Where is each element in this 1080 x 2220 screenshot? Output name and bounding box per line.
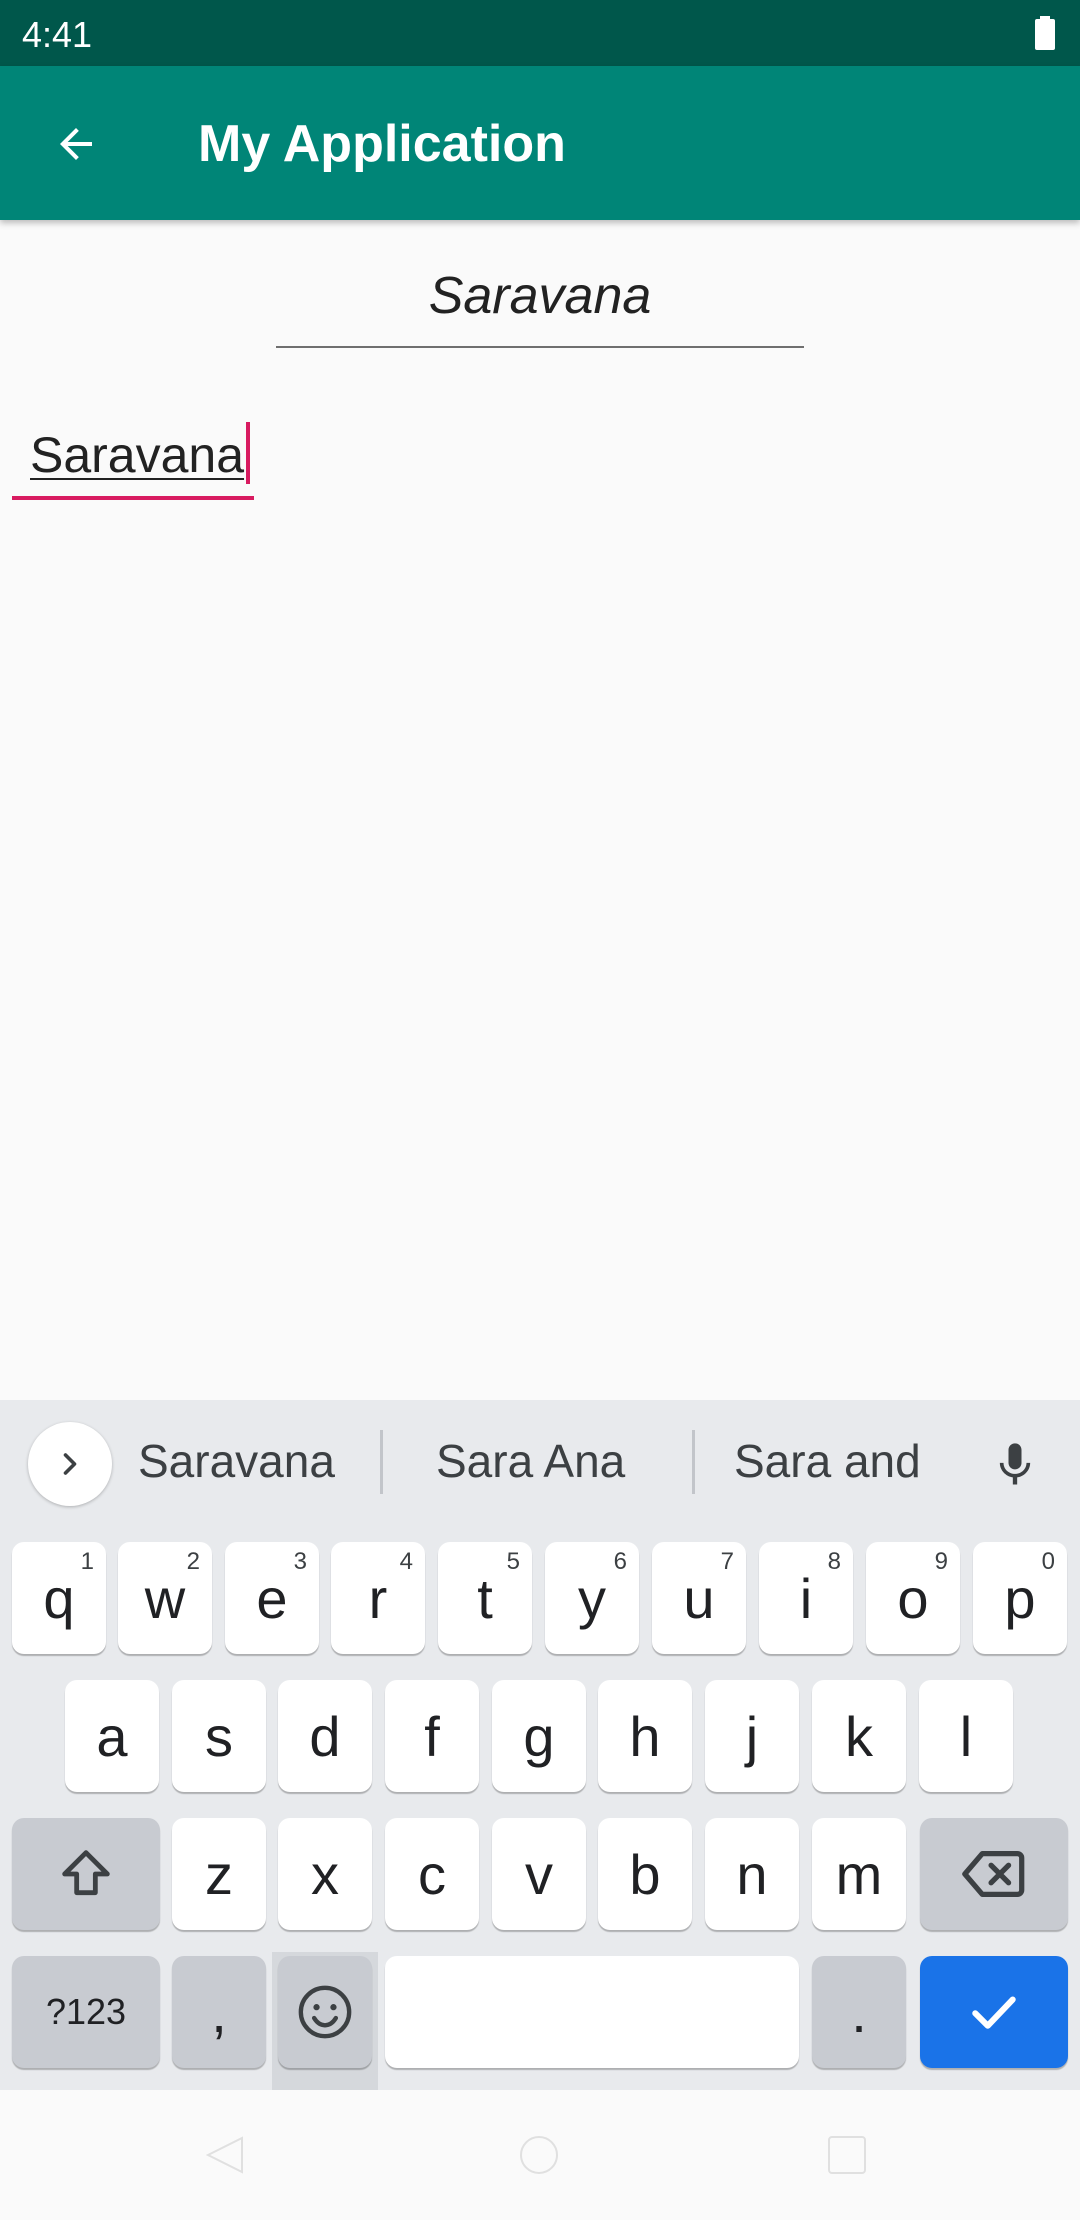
backspace-icon bbox=[962, 1850, 1025, 1898]
key-i[interactable]: i8 bbox=[759, 1542, 853, 1654]
shift-key[interactable] bbox=[12, 1818, 160, 1930]
key-a[interactable]: a bbox=[65, 1680, 159, 1792]
key-y[interactable]: y6 bbox=[545, 1542, 639, 1654]
nav-back-icon[interactable] bbox=[204, 2134, 246, 2176]
space-key[interactable] bbox=[385, 1956, 799, 2068]
key-f[interactable]: f bbox=[385, 1680, 479, 1792]
main-content: Saravana Saravana bbox=[0, 220, 1080, 1400]
battery-full-icon bbox=[1035, 16, 1055, 50]
navigation-bar bbox=[0, 2090, 1080, 2220]
key-m[interactable]: m bbox=[812, 1818, 906, 1930]
key-t[interactable]: t5 bbox=[438, 1542, 532, 1654]
soft-keyboard: Saravana Sara Ana Sara and q1 w2 e3 r4 t… bbox=[0, 1400, 1080, 2090]
key-s[interactable]: s bbox=[172, 1680, 266, 1792]
key-d[interactable]: d bbox=[278, 1680, 372, 1792]
emoji-icon bbox=[298, 1985, 352, 2039]
name-input-value: Saravana bbox=[30, 427, 245, 483]
key-o[interactable]: o9 bbox=[866, 1542, 960, 1654]
key-k[interactable]: k bbox=[812, 1680, 906, 1792]
suggestion-1[interactable]: Saravana bbox=[138, 1434, 335, 1488]
key-w[interactable]: w2 bbox=[118, 1542, 212, 1654]
suggestion-divider bbox=[692, 1430, 695, 1494]
suggestion-2[interactable]: Sara Ana bbox=[436, 1434, 625, 1488]
arrow-back-icon bbox=[60, 128, 92, 160]
key-b[interactable]: b bbox=[598, 1818, 692, 1930]
page-title: My Application bbox=[198, 115, 566, 173]
key-x[interactable]: x bbox=[278, 1818, 372, 1930]
backspace-key[interactable] bbox=[920, 1818, 1068, 1930]
suggestion-3[interactable]: Sara and bbox=[734, 1434, 921, 1488]
key-z[interactable]: z bbox=[172, 1818, 266, 1930]
display-text-value: Saravana bbox=[428, 267, 652, 325]
status-bar: 4:41 bbox=[0, 0, 1080, 66]
key-n[interactable]: n bbox=[705, 1818, 799, 1930]
done-key[interactable] bbox=[920, 1956, 1068, 2068]
status-time: 4:41 bbox=[22, 14, 93, 55]
suggestion-strip: Saravana Sara Ana Sara and bbox=[0, 1400, 1080, 1540]
comma-key[interactable]: , bbox=[172, 1956, 266, 2068]
key-g[interactable]: g bbox=[492, 1680, 586, 1792]
display-text-field[interactable]: Saravana bbox=[276, 256, 804, 348]
microphone-icon bbox=[999, 1443, 1031, 1485]
period-key[interactable]: . bbox=[812, 1956, 906, 2068]
suggestion-divider bbox=[380, 1430, 383, 1494]
key-q[interactable]: q1 bbox=[12, 1542, 106, 1654]
key-v[interactable]: v bbox=[492, 1818, 586, 1930]
emoji-key[interactable] bbox=[278, 1956, 372, 2068]
key-e[interactable]: e3 bbox=[225, 1542, 319, 1654]
expand-toolbar-button[interactable] bbox=[28, 1422, 112, 1506]
key-l[interactable]: l bbox=[919, 1680, 1013, 1792]
key-c[interactable]: c bbox=[385, 1818, 479, 1930]
back-button[interactable] bbox=[40, 108, 112, 180]
key-h[interactable]: h bbox=[598, 1680, 692, 1792]
nav-home-icon[interactable] bbox=[518, 2134, 560, 2176]
key-j[interactable]: j bbox=[705, 1680, 799, 1792]
name-input[interactable]: Saravana bbox=[12, 414, 254, 500]
key-r[interactable]: r4 bbox=[331, 1542, 425, 1654]
symbols-key[interactable]: ?123 bbox=[12, 1956, 160, 2068]
key-p[interactable]: p0 bbox=[973, 1542, 1067, 1654]
voice-input-button[interactable] bbox=[980, 1430, 1050, 1500]
chevron-right-icon bbox=[63, 1453, 77, 1475]
text-cursor bbox=[246, 422, 250, 484]
app-bar: My Application bbox=[0, 66, 1080, 220]
key-u[interactable]: u7 bbox=[652, 1542, 746, 1654]
check-icon bbox=[972, 1996, 1016, 2029]
nav-recents-icon[interactable] bbox=[826, 2134, 868, 2176]
shift-icon bbox=[62, 1850, 110, 1896]
